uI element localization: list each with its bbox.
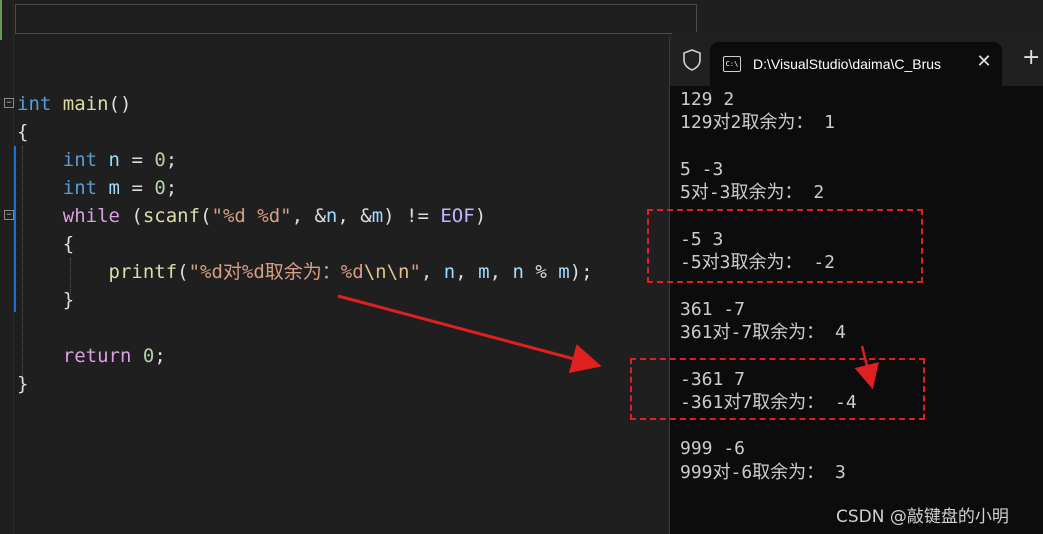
token-punct: ()	[108, 93, 132, 115]
token-number: 0	[154, 177, 166, 199]
code-line-open-brace[interactable]: {	[17, 118, 28, 146]
token-punct: =	[120, 149, 155, 171]
terminal-titlebar: C:\ D:\VisualStudio\daima\C_Brus ✕ +	[670, 32, 1043, 86]
terminal-line: 999 -6	[680, 438, 746, 460]
token-function: main	[62, 93, 109, 115]
token-punct: ;	[165, 177, 178, 199]
token-punct: }	[17, 373, 29, 395]
highlight-box	[647, 209, 923, 283]
token-punct: {	[62, 233, 75, 255]
highlight-box	[630, 358, 925, 420]
close-icon[interactable]: ✕	[975, 51, 993, 73]
token-function: scanf	[142, 205, 201, 227]
token-variable: n	[512, 261, 524, 283]
token-punct: );	[569, 261, 593, 283]
token-punct: (	[200, 205, 212, 227]
code-line-printf[interactable]: printf("%d对%d取余为：%d\n\n", n, m, n % m);	[17, 258, 593, 286]
shield-icon	[683, 49, 701, 71]
token-punct: ,	[420, 261, 444, 283]
watermark: CSDN @敲键盘的小明	[836, 507, 1009, 527]
token-string: "	[409, 261, 421, 283]
token-macro: EOF	[440, 205, 475, 227]
token-escape: \n\n	[363, 261, 410, 283]
code-line-int-m[interactable]: int m = 0;	[17, 174, 177, 202]
token-punct: ;	[154, 345, 166, 367]
token-keyword: int	[62, 177, 98, 199]
editor-top-field[interactable]	[15, 4, 697, 34]
fold-icon[interactable]: −	[4, 210, 14, 220]
token-variable: n	[325, 205, 338, 227]
terminal-window[interactable]: C:\ D:\VisualStudio\daima\C_Brus ✕ + 129…	[669, 32, 1043, 534]
token-punct: (	[177, 261, 189, 283]
token-variable: m	[371, 205, 384, 227]
tab-title: D:\VisualStudio\daima\C_Brus	[753, 56, 942, 72]
token-keyword: int	[17, 93, 52, 115]
token-keyword: while	[62, 205, 120, 227]
editor-margin-bar	[0, 0, 2, 40]
terminal-line: 361 -7	[680, 298, 746, 320]
token-punct: ,	[455, 261, 479, 283]
code-line-inner-close[interactable]: }	[17, 286, 74, 314]
terminal-output[interactable]: 129 2 129对2取余为： 15 -3 5对-3取余为： 2 -5 3 -5对3取余…	[680, 88, 1040, 484]
cmd-icon: C:\	[723, 56, 741, 72]
token-keyword: return	[62, 345, 132, 367]
token-variable: m	[478, 261, 490, 283]
token-string: "%d对%d取余为：%d	[188, 261, 364, 283]
terminal-line: 129对2取余为： 1	[680, 112, 836, 134]
token-punct: }	[62, 289, 75, 311]
code-line-int-n[interactable]: int n = 0;	[17, 146, 177, 174]
token-punct: (	[119, 205, 143, 227]
token-punct: ;	[165, 149, 178, 171]
token-punct: =	[120, 177, 155, 199]
code-line-while[interactable]: while (scanf("%d %d", &n, &m) != EOF)	[17, 202, 486, 230]
plus-icon[interactable]: +	[1022, 46, 1042, 70]
terminal-line: 999对-6取余为： 3	[680, 461, 846, 483]
token-number: 0	[154, 149, 166, 171]
token-variable: n	[108, 149, 120, 171]
token-variable: m	[108, 177, 120, 199]
terminal-line: 5 -3	[680, 158, 724, 180]
token-function: printf	[108, 261, 178, 283]
code-line-inner-open[interactable]: {	[17, 230, 74, 258]
token-number: 0	[142, 345, 155, 367]
terminal-line: 361对-7取余为： 4	[680, 321, 846, 343]
token-punct: %	[523, 261, 559, 283]
token-punct: )	[474, 205, 487, 227]
token-punct: , &	[337, 205, 372, 227]
token-punct: ) !=	[383, 205, 441, 227]
terminal-line: 5对-3取余为： 2	[680, 182, 825, 204]
token-keyword: int	[62, 149, 98, 171]
terminal-tab[interactable]: C:\ D:\VisualStudio\daima\C_Brus ✕	[710, 42, 1002, 86]
token-punct: {	[17, 121, 29, 143]
token-punct: , &	[291, 205, 326, 227]
code-line-close-brace[interactable]: }	[17, 370, 28, 398]
change-indicator	[14, 146, 16, 312]
code-line-return[interactable]: return 0;	[17, 342, 166, 370]
token-punct: ,	[489, 261, 513, 283]
code-line-main[interactable]: int main()	[17, 90, 131, 118]
terminal-line: 129 2	[680, 89, 735, 110]
fold-icon[interactable]: −	[4, 98, 14, 108]
token-string: "%d %d"	[211, 205, 292, 227]
token-variable: m	[558, 261, 570, 283]
token-variable: n	[443, 261, 456, 283]
